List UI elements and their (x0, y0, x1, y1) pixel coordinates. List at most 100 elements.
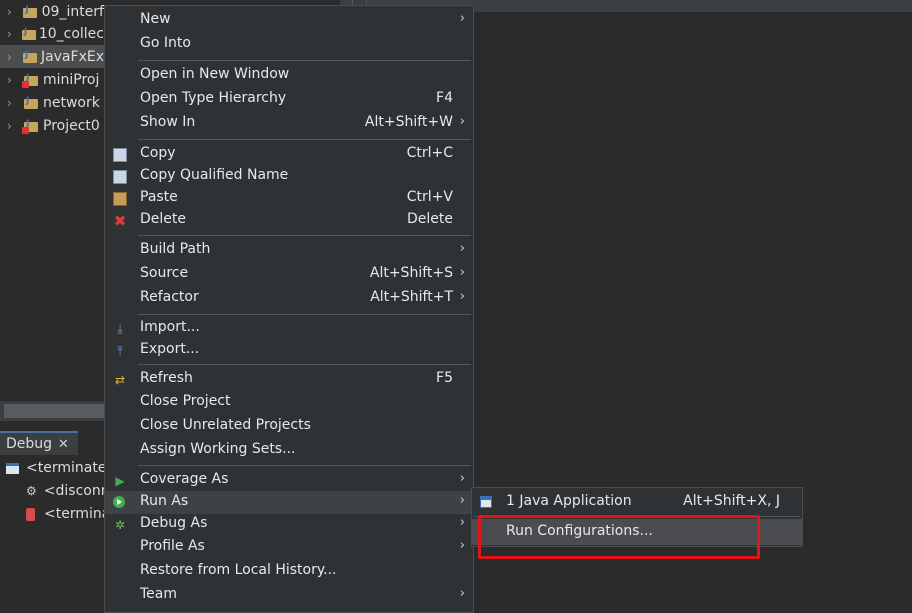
import-icon: ⤓ (117, 322, 123, 336)
menu-item-shortcut: Alt+Shift+S (369, 265, 453, 281)
tree-item-label: 10_collec (38, 25, 104, 42)
menu-item-restore-from-local-history[interactable]: Restore from Local History... (105, 560, 473, 583)
menu-item-debug-as[interactable]: ✲ Debug As › (105, 513, 473, 536)
tree-item-label: Project0 (43, 117, 100, 134)
chevron-right-icon: › (459, 493, 465, 508)
menu-item-delete[interactable]: ✖ Delete Delete (105, 209, 473, 232)
menu-item-label: Show In (140, 114, 196, 130)
chevron-right-icon: › (459, 241, 465, 256)
debug-icon: ✲ (114, 518, 126, 532)
menu-item-shortcut: F5 (436, 370, 453, 386)
menu-item-label: Close Project (140, 393, 231, 409)
chevron-right-icon[interactable]: › (7, 119, 21, 133)
scrollbar-thumb[interactable] (4, 404, 104, 418)
tree-item-label: JavaFxEx (40, 48, 104, 65)
menu-item-new[interactable]: New › (105, 9, 473, 32)
copy-icon (113, 148, 127, 162)
menu-item-label: Copy Qualified Name (140, 167, 289, 183)
menu-item-open-in-new-window[interactable]: Open in New Window (105, 64, 473, 87)
menu-separator (138, 364, 471, 365)
menu-item-coverage-as[interactable]: ▶ Coverage As › (105, 469, 473, 492)
menu-separator (138, 235, 471, 236)
close-icon[interactable]: ✕ (58, 437, 69, 452)
menu-item-profile-as[interactable]: Profile As › (105, 536, 473, 559)
tree-item-09-interf[interactable]: › J 09_interf (0, 0, 104, 23)
chevron-right-icon[interactable]: › (7, 50, 20, 64)
chevron-right-icon: › (459, 265, 465, 280)
menu-item-assign-working-sets[interactable]: Assign Working Sets... (105, 439, 473, 462)
menu-item-go-into[interactable]: Go Into (105, 33, 473, 56)
debug-item-label: <termina (44, 506, 111, 522)
menu-item-run-as[interactable]: Run As › (105, 491, 473, 514)
tree-item-label: 09_interf (41, 3, 104, 20)
gears-icon: ⚙ (26, 484, 37, 498)
java-project-icon: J (24, 96, 38, 109)
chevron-right-icon: › (459, 538, 465, 553)
chevron-right-icon[interactable]: › (7, 27, 19, 41)
menu-item-close-project[interactable]: Close Project (105, 391, 473, 414)
menu-item-label: Paste (140, 189, 178, 205)
submenu-item-label: 1 Java Application (506, 493, 632, 509)
menu-item-label: Delete (140, 211, 186, 227)
java-project-icon: J (23, 5, 38, 18)
menu-item-copy-qualified-name[interactable]: Copy Qualified Name (105, 165, 473, 188)
java-project-error-icon: J (22, 119, 38, 134)
chevron-right-icon[interactable]: › (7, 5, 20, 19)
copy-qualified-name-icon (113, 170, 127, 184)
tab-debug[interactable]: Debug ✕ (0, 431, 78, 455)
menu-item-team[interactable]: Team › (105, 584, 473, 607)
menu-item-shortcut: Ctrl+C (406, 145, 453, 161)
chevron-right-icon[interactable]: › (7, 73, 21, 87)
menu-separator (138, 314, 471, 315)
menu-item-export[interactable]: ⤒ Export... (105, 339, 473, 362)
coverage-icon: ▶ (115, 474, 125, 488)
menu-item-label: Run As (140, 493, 189, 509)
annotation-highlight-box (478, 515, 760, 559)
java-application-icon (480, 496, 492, 508)
horizontal-scrollbar[interactable] (0, 401, 104, 421)
java-project-icon: J (21, 27, 36, 40)
menu-item-label: Team (140, 586, 178, 602)
tab-debug-label: Debug (6, 436, 53, 452)
tree-item-label: network (43, 94, 100, 111)
menu-item-open-type-hierarchy[interactable]: Open Type Hierarchy F4 (105, 88, 473, 111)
menu-separator (138, 465, 471, 466)
menu-item-build-path[interactable]: Build Path › (105, 239, 473, 262)
tree-item-miniproj[interactable]: › J miniProj (0, 68, 104, 91)
tree-item-10-collec[interactable]: › J 10_collec (0, 22, 104, 45)
menu-item-label: Copy (140, 145, 176, 161)
chevron-right-icon: › (459, 289, 465, 304)
submenu-item-java-application[interactable]: 1 Java Application Alt+Shift+X, J (472, 489, 802, 515)
chevron-right-icon: › (459, 114, 465, 129)
menu-item-label: Open Type Hierarchy (140, 90, 287, 106)
menu-item-refresh[interactable]: ⇄ Refresh F5 (105, 368, 473, 391)
menu-item-import[interactable]: ⤓ Import... (105, 317, 473, 340)
refresh-icon: ⇄ (114, 373, 126, 387)
menu-item-paste[interactable]: Paste Ctrl+V (105, 187, 473, 210)
debug-item[interactable]: <terminate (6, 457, 110, 479)
menu-item-show-in[interactable]: Show In Alt+Shift+W › (105, 112, 473, 135)
menu-item-label: Open in New Window (140, 66, 290, 82)
menu-item-label: Assign Working Sets... (140, 441, 296, 457)
chevron-right-icon: › (459, 515, 465, 530)
tree-item-network[interactable]: › J network (0, 91, 104, 114)
menu-item-refactor[interactable]: Refactor Alt+Shift+T › (105, 287, 473, 310)
menu-item-copy[interactable]: Copy Ctrl+C (105, 143, 473, 166)
chevron-right-icon[interactable]: › (7, 96, 21, 110)
tree-item-project0[interactable]: › J Project0 (0, 114, 104, 137)
java-project-error-icon: J (22, 73, 38, 88)
menu-item-source[interactable]: Source Alt+Shift+S › (105, 263, 473, 286)
menu-item-close-unrelated-projects[interactable]: Close Unrelated Projects (105, 415, 473, 438)
debug-item-label: <terminate (26, 460, 107, 476)
menu-item-label: Refresh (140, 370, 193, 386)
submenu-item-shortcut: Alt+Shift+X, J (683, 493, 780, 509)
tree-item-javafxex[interactable]: › J JavaFxEx (0, 45, 104, 68)
menu-item-shortcut: Delete (407, 211, 453, 227)
menu-item-label: Restore from Local History... (140, 562, 337, 578)
menu-item-label: Coverage As (140, 471, 229, 487)
menu-item-label: Debug As (140, 515, 208, 531)
delete-icon: ✖ (113, 212, 127, 230)
menu-item-label: Export... (140, 341, 200, 357)
paste-icon (113, 192, 127, 206)
menu-item-shortcut: Alt+Shift+T (370, 289, 453, 305)
